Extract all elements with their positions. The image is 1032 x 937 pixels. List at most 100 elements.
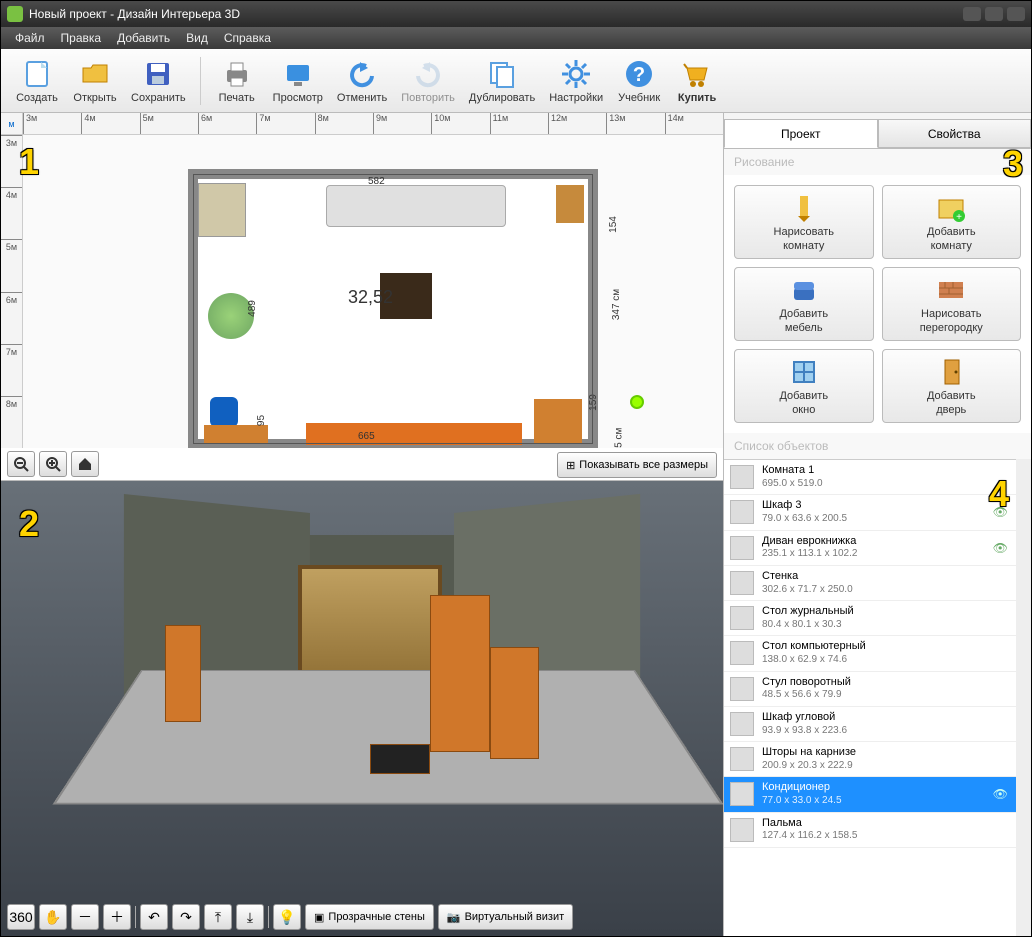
undo-button[interactable]: Отменить xyxy=(331,56,393,106)
list-item[interactable]: Шторы на карнизе200.9 x 20.3 x 222.9 xyxy=(724,742,1016,777)
list-item[interactable]: Комната 1695.0 x 519.0 xyxy=(724,460,1016,495)
scrollbar[interactable] xyxy=(1016,459,1031,936)
furniture-cabinet[interactable] xyxy=(556,185,584,223)
item-thumb-icon xyxy=(730,606,754,630)
help-button[interactable]: ?Учебник xyxy=(611,56,667,106)
zoom-in-3d-button[interactable]: ＋ xyxy=(103,904,131,930)
item-dims: 80.4 x 80.1 x 30.3 xyxy=(762,619,854,632)
furniture-sofa-bottom[interactable] xyxy=(306,423,522,445)
draw-room-button[interactable]: Нарисоватькомнату xyxy=(734,185,874,259)
menu-Вид[interactable]: Вид xyxy=(178,29,216,47)
buy-button[interactable]: Купить xyxy=(669,56,725,106)
list-item[interactable]: Шкаф 379.0 x 63.6 x 200.5 👁 xyxy=(724,495,1016,530)
selection-handle[interactable] xyxy=(630,395,644,409)
maximize-button[interactable] xyxy=(985,7,1003,21)
list-item[interactable]: Стенка302.6 x 71.7 x 250.0 xyxy=(724,566,1016,601)
show-dimensions-button[interactable]: ⊞ Показывать все размеры xyxy=(557,452,717,478)
create-button[interactable]: Создать xyxy=(9,56,65,106)
item-name: Стул поворотный xyxy=(762,676,851,690)
close-button[interactable] xyxy=(1007,7,1025,21)
item-name: Шкаф 3 xyxy=(762,499,847,513)
preview-icon xyxy=(282,58,314,90)
zoom-out-button[interactable] xyxy=(7,451,35,477)
add-window-icon xyxy=(788,356,820,388)
add-furn-button[interactable]: Добавитьмебель xyxy=(734,267,874,341)
tilt-down-button[interactable]: ⤓ xyxy=(236,904,264,930)
furniture-wardrobe[interactable] xyxy=(198,183,246,237)
visibility-icon[interactable]: 👁 xyxy=(993,505,1008,519)
item-dims: 77.0 x 33.0 x 24.5 xyxy=(762,795,842,808)
tab-properties[interactable]: Свойства xyxy=(878,119,1032,148)
item-thumb-icon xyxy=(730,536,754,560)
dim-br: 159 xyxy=(588,394,599,411)
add-room-button[interactable]: +Добавитькомнату xyxy=(882,185,1022,259)
ruler-unit: м xyxy=(1,113,23,135)
menu-Правка[interactable]: Правка xyxy=(53,29,110,47)
print-button[interactable]: Печать xyxy=(209,56,265,106)
item-dims: 695.0 x 519.0 xyxy=(762,478,823,491)
room-outline[interactable]: 582 32,52 489 665 95 347 см 154 159 65 с… xyxy=(188,169,598,448)
add-door-button[interactable]: Добавитьдверь xyxy=(882,349,1022,423)
menu-Файл[interactable]: Файл xyxy=(7,29,53,47)
action-grid: Нарисоватькомнату+ДобавитькомнатуДобавит… xyxy=(724,175,1031,433)
window-title: Новый проект - Дизайн Интерьера 3D xyxy=(29,7,240,21)
dim-top: 582 xyxy=(368,176,385,187)
object-list[interactable]: Комната 1695.0 x 519.0Шкаф 379.0 x 63.6 … xyxy=(724,459,1016,936)
save-button[interactable]: Сохранить xyxy=(125,56,192,106)
create-icon xyxy=(21,58,53,90)
orbit-button[interactable]: 360 xyxy=(7,904,35,930)
view-3d[interactable]: 2 360 ✋ － ＋ ↶ ↷ ⤒ ⤓ 💡 ▣ Прозрачные стены xyxy=(1,481,723,936)
home-button[interactable] xyxy=(71,451,99,477)
transparent-walls-label: Прозрачные стены xyxy=(328,911,424,923)
list-item[interactable]: Стол компьютерный138.0 x 62.9 x 74.6 xyxy=(724,636,1016,671)
minimize-button[interactable] xyxy=(963,7,981,21)
plan-canvas[interactable]: 582 32,52 489 665 95 347 см 154 159 65 с… xyxy=(23,135,723,448)
list-item[interactable]: Кондиционер77.0 x 33.0 x 24.5👁 xyxy=(724,777,1016,812)
open-button[interactable]: Открыть xyxy=(67,56,123,106)
furniture-sofa-top[interactable] xyxy=(326,185,506,227)
zoom-out-3d-button[interactable]: － xyxy=(71,904,99,930)
create-label: Создать xyxy=(16,92,58,104)
zoom-in-button[interactable] xyxy=(39,451,67,477)
light-button[interactable]: 💡 xyxy=(273,904,301,930)
menu-Справка[interactable]: Справка xyxy=(216,29,279,47)
dim-r2: 154 xyxy=(608,216,619,233)
list-item[interactable]: Диван еврокнижка235.1 x 113.1 x 102.2👁 xyxy=(724,531,1016,566)
rotate-right-button[interactable]: ↷ xyxy=(172,904,200,930)
tilt-up-button[interactable]: ⤒ xyxy=(204,904,232,930)
list-item[interactable]: Стол журнальный80.4 x 80.1 x 30.3 xyxy=(724,601,1016,636)
item-name: Шкаф угловой xyxy=(762,711,847,725)
dim-left: 489 xyxy=(247,300,258,317)
item-dims: 138.0 x 62.9 x 74.6 xyxy=(762,654,866,667)
menu-Добавить[interactable]: Добавить xyxy=(109,29,178,47)
visibility-icon[interactable]: 👁 xyxy=(993,541,1008,555)
list-item[interactable]: Стул поворотный48.5 x 56.6 x 79.9 xyxy=(724,672,1016,707)
add-window-button[interactable]: Добавитьокно xyxy=(734,349,874,423)
virtual-visit-button[interactable]: 📷 Виртуальный визит xyxy=(438,904,573,930)
plan-2d-view[interactable]: м 3м4м5м6м7м8м9м10м11м12м13м14м 3м4м5м6м… xyxy=(1,113,723,481)
draw-part-icon xyxy=(935,274,967,306)
redo-button[interactable]: Повторить xyxy=(395,56,461,106)
list-item[interactable]: Пальма127.4 x 116.2 x 158.5 xyxy=(724,813,1016,848)
item-dims: 79.0 x 63.6 x 200.5 xyxy=(762,513,847,526)
save-icon xyxy=(142,58,174,90)
item-thumb-icon xyxy=(730,500,754,524)
camera-icon: 📷 xyxy=(447,911,461,924)
pan-button[interactable]: ✋ xyxy=(39,904,67,930)
furniture-chair[interactable] xyxy=(210,397,238,427)
add-door-icon xyxy=(935,356,967,388)
list-item[interactable]: Шкаф угловой93.9 x 93.8 x 223.6 xyxy=(724,707,1016,742)
duplicate-button[interactable]: Дублировать xyxy=(463,56,541,106)
item-dims: 235.1 x 113.1 x 102.2 xyxy=(762,548,857,561)
settings-button[interactable]: Настройки xyxy=(543,56,609,106)
visibility-icon[interactable]: 👁 xyxy=(993,787,1008,801)
dimensions-icon: ⊞ xyxy=(566,459,575,472)
furniture-desk[interactable] xyxy=(204,425,268,443)
preview-button[interactable]: Просмотр xyxy=(267,56,329,106)
rotate-left-button[interactable]: ↶ xyxy=(140,904,168,930)
tab-project[interactable]: Проект xyxy=(724,119,878,148)
furniture-corner[interactable] xyxy=(534,399,582,443)
draw-part-button[interactable]: Нарисоватьперегородку xyxy=(882,267,1022,341)
transparent-walls-button[interactable]: ▣ Прозрачные стены xyxy=(305,904,434,930)
dim-right: 347 см xyxy=(611,289,622,320)
